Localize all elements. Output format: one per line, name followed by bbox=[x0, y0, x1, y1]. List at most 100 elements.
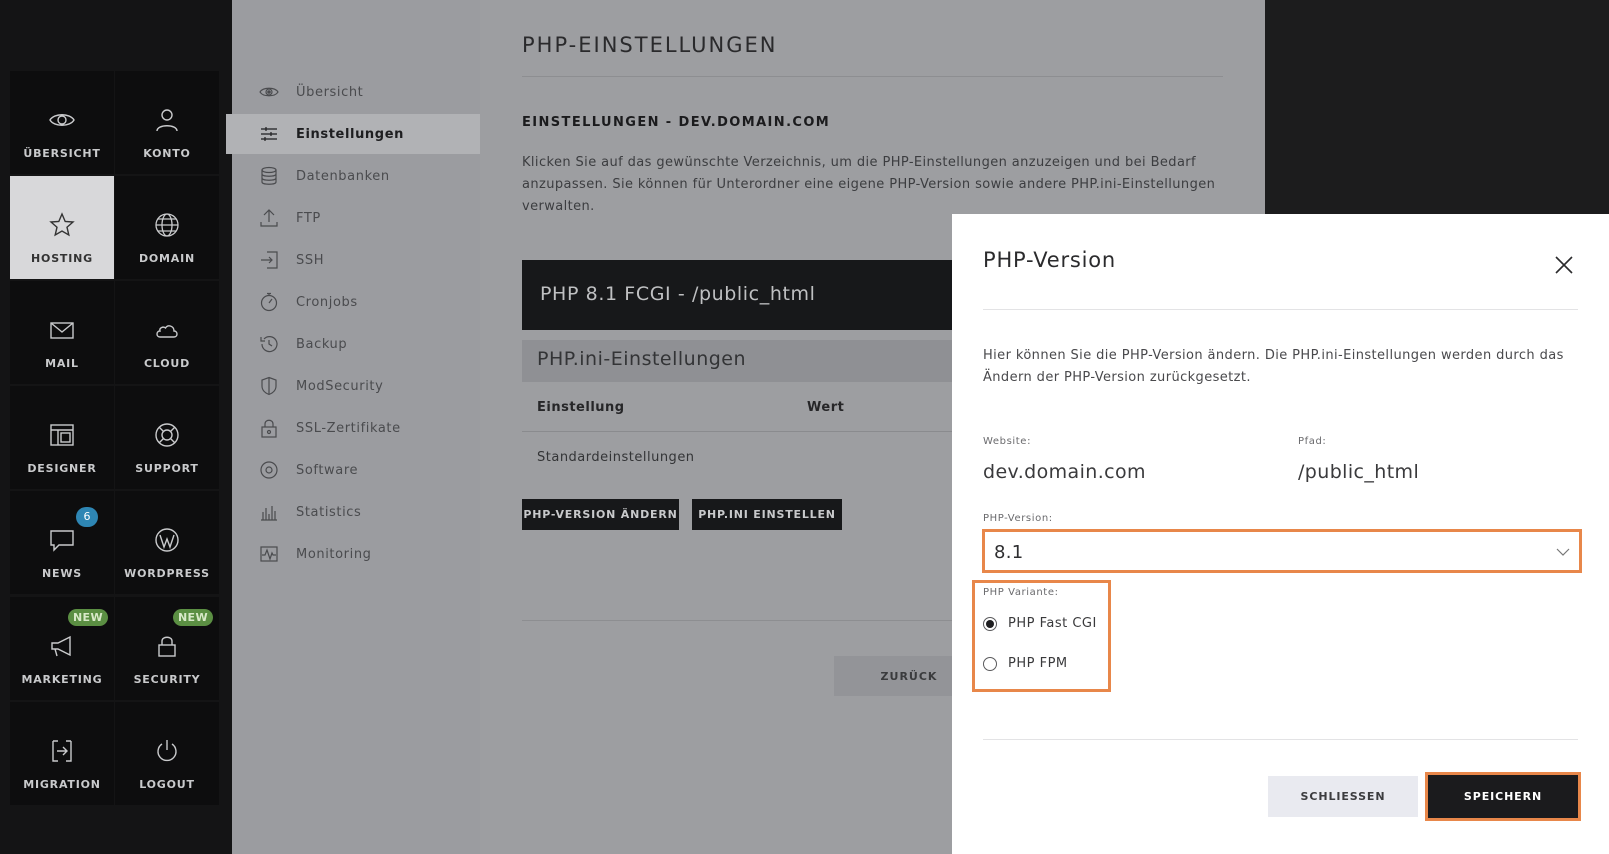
subnav-item-monitoring[interactable]: Monitoring bbox=[232, 534, 480, 574]
nav-tile-wordpress[interactable]: WORDPRESS bbox=[115, 491, 219, 594]
close-button[interactable]: SCHLIESSEN bbox=[1268, 776, 1418, 817]
subnav-item-modsecurity[interactable]: ModSecurity bbox=[232, 366, 480, 406]
database-icon bbox=[258, 165, 280, 187]
nav-tile-domain[interactable]: DOMAIN bbox=[115, 176, 219, 279]
radio-label: PHP FPM bbox=[1008, 656, 1068, 671]
nav-tile-label: DOMAIN bbox=[138, 252, 196, 265]
globe-icon bbox=[150, 208, 184, 242]
nav-tile-label: MARKETING bbox=[21, 673, 103, 686]
nav-tile-label: NEWS bbox=[42, 567, 82, 580]
nav-tile-designer[interactable]: DESIGNER bbox=[10, 386, 114, 489]
nav-tile-label: KONTO bbox=[143, 147, 191, 160]
layout-icon bbox=[45, 418, 79, 452]
subnav-item-datenbanken[interactable]: Datenbanken bbox=[232, 156, 480, 196]
nav-tile-label: WORDPRESS bbox=[124, 567, 210, 580]
nav-tile-security[interactable]: NEW SECURITY bbox=[115, 597, 219, 700]
subnav-item-ftp[interactable]: FTP bbox=[232, 198, 480, 238]
subnav-label: Software bbox=[296, 462, 359, 478]
nav-tile-konto[interactable]: KONTO bbox=[115, 71, 219, 174]
section-description: Klicken Sie auf das gewünschte Verzeichn… bbox=[522, 155, 1216, 214]
disc-icon bbox=[258, 459, 280, 481]
nav-tile-label: DESIGNER bbox=[27, 462, 97, 475]
subnav-item-einstellungen[interactable]: Einstellungen bbox=[226, 114, 480, 154]
subnav-item-backup[interactable]: Backup bbox=[232, 324, 480, 364]
website-value: dev.domain.com bbox=[983, 461, 1146, 483]
php-ini-settings-button[interactable]: PHP.INI EINSTELLEN bbox=[692, 499, 842, 530]
subnav-item-ssl[interactable]: SSL-Zertifikate bbox=[232, 408, 480, 448]
main-tile-nav: ÜBERSICHT KONTO HOSTING DOMAIN MAIL CLOU… bbox=[0, 0, 232, 854]
subnav-item-software[interactable]: Software bbox=[232, 450, 480, 490]
eye-icon bbox=[45, 103, 79, 137]
subnav-label: ModSecurity bbox=[296, 378, 384, 394]
column-header-setting: Einstellung bbox=[537, 400, 625, 415]
page-title: PHP-EINSTELLUNGEN bbox=[522, 33, 778, 57]
radio-label: PHP Fast CGI bbox=[1008, 616, 1097, 631]
save-button[interactable]: SPEICHERN bbox=[1425, 772, 1581, 821]
cloud-icon bbox=[150, 313, 184, 347]
shield-icon bbox=[258, 375, 280, 397]
eye-icon bbox=[258, 81, 280, 103]
radio-button-selected[interactable] bbox=[983, 616, 997, 631]
nav-tile-news[interactable]: 6 NEWS bbox=[10, 491, 114, 594]
subnav-label: Statistics bbox=[296, 504, 362, 520]
divider bbox=[983, 309, 1578, 310]
divider bbox=[522, 76, 1223, 77]
subnav-label: Einstellungen bbox=[296, 126, 404, 142]
subnav-item-statistics[interactable]: Statistics bbox=[232, 492, 480, 532]
nav-tile-migration[interactable]: MIGRATION bbox=[10, 702, 114, 805]
modal-description: Hier können Sie die PHP-Version ändern. … bbox=[983, 348, 1564, 385]
subnav-item-ssh[interactable]: SSH bbox=[232, 240, 480, 280]
nav-tile-mail[interactable]: MAIL bbox=[10, 281, 114, 384]
pulse-icon bbox=[258, 543, 280, 565]
radio-php-fast-cgi[interactable]: PHP Fast CGI bbox=[983, 616, 1097, 631]
lock-icon bbox=[150, 629, 184, 663]
megaphone-icon bbox=[45, 629, 79, 663]
nav-tile-label: LOGOUT bbox=[139, 778, 195, 791]
subnav-label: SSL-Zertifikate bbox=[296, 420, 401, 436]
subnav-item-uebersicht[interactable]: Übersicht bbox=[232, 72, 480, 112]
nav-tile-label: SUPPORT bbox=[135, 462, 199, 475]
power-icon bbox=[150, 734, 184, 768]
change-php-version-button[interactable]: PHP-VERSION ÄNDERN bbox=[522, 499, 679, 530]
nav-tile-support[interactable]: SUPPORT bbox=[115, 386, 219, 489]
lifebuoy-icon bbox=[150, 418, 184, 452]
nav-tile-label: HOSTING bbox=[31, 252, 93, 265]
chat-bubble-icon bbox=[45, 523, 79, 557]
wordpress-icon bbox=[150, 523, 184, 557]
subnav-item-cronjobs[interactable]: Cronjobs bbox=[232, 282, 480, 322]
new-badge: NEW bbox=[172, 609, 213, 626]
nav-tile-label: MIGRATION bbox=[23, 778, 101, 791]
nav-tile-label: MAIL bbox=[45, 357, 79, 370]
radio-php-fpm[interactable]: PHP FPM bbox=[983, 656, 1068, 671]
divider bbox=[983, 739, 1578, 740]
nav-tile-label: SECURITY bbox=[133, 673, 201, 686]
close-icon[interactable] bbox=[1553, 254, 1575, 276]
nav-tile-cloud[interactable]: CLOUD bbox=[115, 281, 219, 384]
sliders-icon bbox=[258, 123, 280, 145]
user-icon bbox=[150, 103, 184, 137]
modal-title: PHP-Version bbox=[983, 248, 1117, 272]
radio-button[interactable] bbox=[983, 656, 997, 671]
nav-tile-logout[interactable]: LOGOUT bbox=[115, 702, 219, 805]
subnav-label: Backup bbox=[296, 336, 348, 352]
padlock-icon bbox=[258, 417, 280, 439]
news-count-badge: 6 bbox=[76, 507, 98, 527]
nav-tile-hosting[interactable]: HOSTING bbox=[10, 176, 114, 279]
nav-tile-marketing[interactable]: NEW MARKETING bbox=[10, 597, 114, 700]
stopwatch-icon bbox=[258, 291, 280, 313]
nav-tile-label: ÜBERSICHT bbox=[23, 147, 101, 160]
website-label: Website: bbox=[983, 436, 1032, 447]
envelope-icon bbox=[45, 313, 79, 347]
path-label: Pfad: bbox=[1298, 436, 1327, 447]
nav-tile-uebersicht[interactable]: ÜBERSICHT bbox=[10, 71, 114, 174]
php-version-select[interactable]: 8.1 bbox=[982, 529, 1582, 573]
chevron-down-icon bbox=[1555, 544, 1571, 560]
history-icon bbox=[258, 333, 280, 355]
subnav-label: Übersicht bbox=[296, 84, 364, 100]
php-version-modal: PHP-Version Hier können Sie die PHP-Vers… bbox=[952, 214, 1609, 854]
php-version-label: PHP-Version: bbox=[983, 513, 1053, 524]
php-version-selected-value: 8.1 bbox=[994, 542, 1024, 563]
column-header-value: Wert bbox=[807, 400, 845, 415]
subnav-label: SSH bbox=[296, 252, 325, 268]
section-title: EINSTELLUNGEN - DEV.DOMAIN.COM bbox=[522, 115, 831, 130]
